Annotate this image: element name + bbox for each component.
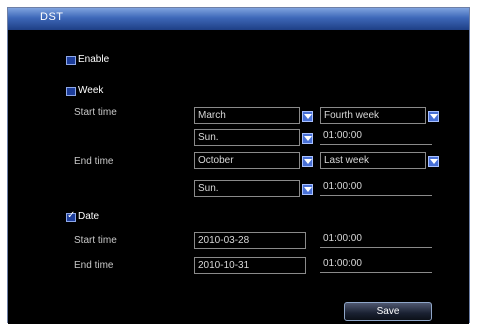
- dst-window: DST Enable Week Start time March Fourth …: [7, 7, 470, 324]
- end-day-dropdown-icon[interactable]: [302, 184, 313, 195]
- start-day-select[interactable]: Sun.: [194, 129, 300, 146]
- enable-checkbox[interactable]: [66, 56, 76, 65]
- start-day-dropdown-icon[interactable]: [302, 133, 313, 144]
- date-mode-label: Date: [78, 211, 100, 222]
- week-end-time-input[interactable]: 01:00:00: [320, 179, 432, 196]
- end-date-input[interactable]: 2010-10-31: [194, 257, 306, 274]
- start-date-input[interactable]: 2010-03-28: [194, 232, 306, 249]
- end-month-dropdown-icon[interactable]: [302, 156, 313, 167]
- start-week-dropdown-icon[interactable]: [428, 111, 439, 122]
- date-start-time-input[interactable]: 01:00:00: [320, 231, 432, 248]
- week-end-time-label: End time: [74, 156, 114, 167]
- end-day-select[interactable]: Sun.: [194, 180, 300, 197]
- save-button[interactable]: Save: [344, 302, 432, 321]
- window-title: DST: [40, 11, 64, 23]
- start-week-select[interactable]: Fourth week: [320, 107, 426, 124]
- end-week-dropdown-icon[interactable]: [428, 156, 439, 167]
- start-month-dropdown-icon[interactable]: [302, 111, 313, 122]
- week-start-time-input[interactable]: 01:00:00: [320, 128, 432, 145]
- enable-label: Enable: [78, 54, 110, 65]
- start-month-select[interactable]: March: [194, 107, 300, 124]
- title-bar: DST: [8, 8, 469, 30]
- date-end-time-label: End time: [74, 260, 114, 271]
- week-start-time-label: Start time: [74, 107, 117, 118]
- date-start-time-label: Start time: [74, 235, 117, 246]
- week-mode-label: Week: [78, 85, 104, 96]
- week-mode-checkbox[interactable]: [66, 87, 76, 96]
- end-month-select[interactable]: October: [194, 152, 300, 169]
- date-end-time-input[interactable]: 01:00:00: [320, 256, 432, 273]
- end-week-select[interactable]: Last week: [320, 152, 426, 169]
- date-mode-checkbox[interactable]: [66, 210, 76, 222]
- dst-settings-panel: Enable Week Start time March Fourth week…: [8, 30, 469, 324]
